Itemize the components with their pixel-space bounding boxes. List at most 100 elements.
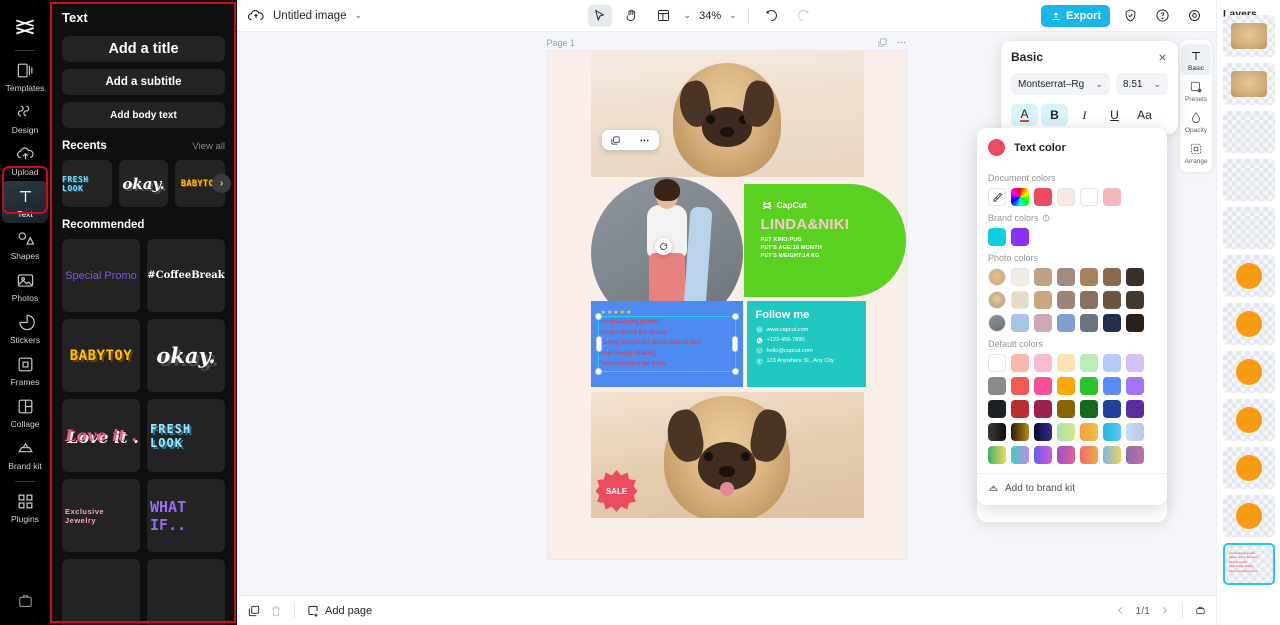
default-color-swatch[interactable] <box>1057 354 1075 372</box>
eyedropper-icon[interactable] <box>988 188 1006 206</box>
layer-item[interactable] <box>1223 399 1275 441</box>
recommended-item[interactable]: Special Promo <box>62 239 140 312</box>
photo-color-swatch[interactable] <box>1080 314 1098 332</box>
top-pug-photo[interactable] <box>590 51 864 177</box>
photo-color-swatch[interactable] <box>1126 314 1144 332</box>
resize-handle-bottom-right[interactable] <box>731 368 739 375</box>
recent-item[interactable]: okay. <box>118 160 169 207</box>
duplicate-icon[interactable] <box>877 37 888 48</box>
layout-icon[interactable] <box>652 5 676 27</box>
document-color-swatch[interactable] <box>1057 188 1075 206</box>
chevron-down-icon[interactable]: ⌄ <box>355 10 363 21</box>
sidebar-item-frames[interactable]: Frames <box>2 349 48 391</box>
chevron-right-icon[interactable]: › <box>212 174 231 193</box>
photo-color-swatch[interactable] <box>1011 314 1029 332</box>
photo-color-swatch[interactable] <box>1126 291 1144 309</box>
rotate-icon[interactable] <box>654 238 672 255</box>
photo-color-swatch[interactable] <box>1126 268 1144 286</box>
underline-button[interactable]: U <box>1101 104 1128 126</box>
resize-handle-top-right[interactable] <box>731 313 739 320</box>
recommended-item[interactable] <box>62 559 140 625</box>
info-icon[interactable] <box>1042 214 1050 222</box>
font-family-select[interactable]: Montserrat–Rg ⌄ <box>1011 73 1110 95</box>
add-body-text-button[interactable]: Add body text <box>62 102 225 128</box>
zoom-chevron-down-icon[interactable]: ⌄ <box>729 10 737 21</box>
add-to-brand-kit-button[interactable]: Add to brand kit <box>977 473 1167 505</box>
help-circle-icon[interactable] <box>1150 5 1174 27</box>
blue-text-card[interactable]: ★★★★★ Accompanying growth Always record … <box>590 301 743 387</box>
photo-thumbnail[interactable] <box>988 314 1006 332</box>
close-icon[interactable] <box>1157 52 1168 63</box>
default-color-swatch[interactable] <box>1126 377 1144 395</box>
brand-kit-icon[interactable] <box>1195 605 1206 616</box>
add-title-button[interactable]: Add a title <box>62 36 225 62</box>
layer-item[interactable] <box>1223 303 1275 345</box>
sidebar-item-plugins[interactable]: Plugins <box>2 486 48 528</box>
photo-color-swatch[interactable] <box>1011 291 1029 309</box>
layer-item[interactable] <box>1223 15 1275 57</box>
photo-thumbnail[interactable] <box>988 268 1006 286</box>
more-horizontal-icon[interactable] <box>896 37 907 48</box>
default-color-swatch[interactable] <box>988 400 1006 418</box>
layer-item[interactable] <box>1223 255 1275 297</box>
default-color-swatch[interactable] <box>1126 354 1144 372</box>
duplicate-icon[interactable] <box>610 135 621 146</box>
default-color-swatch[interactable] <box>1080 377 1098 395</box>
more-horizontal-icon[interactable] <box>639 135 650 146</box>
trash-icon[interactable] <box>269 604 283 618</box>
default-gradient-swatch[interactable] <box>1034 423 1052 441</box>
export-button[interactable]: Export <box>1041 4 1110 27</box>
default-color-swatch[interactable] <box>1057 400 1075 418</box>
artboard[interactable]: CapCut LINDA&NIKI PET KIND:PUG PET'S AGE… <box>547 51 906 559</box>
layer-item[interactable] <box>1223 495 1275 537</box>
default-color-swatch[interactable] <box>1080 400 1098 418</box>
resize-handle-bottom-left[interactable] <box>594 368 602 375</box>
capcut-logo-icon[interactable] <box>12 14 38 40</box>
resize-handle-left[interactable] <box>595 336 602 352</box>
default-color-swatch[interactable] <box>1103 377 1121 395</box>
layer-item[interactable] <box>1223 63 1275 105</box>
layer-item[interactable] <box>1223 159 1275 201</box>
recommended-item[interactable]: BABYTOY <box>62 319 140 392</box>
default-gradient-swatch[interactable] <box>1126 423 1144 441</box>
default-color-swatch[interactable] <box>1011 377 1029 395</box>
tab-basic[interactable]: Basic <box>1181 44 1211 75</box>
photo-color-swatch[interactable] <box>1034 314 1052 332</box>
default-gradient-swatch[interactable] <box>1103 446 1121 464</box>
chevron-right-icon[interactable] <box>1159 605 1170 616</box>
layer-item-selected[interactable]: Accompanying growth Always record the bea… <box>1223 543 1275 585</box>
italic-button[interactable]: I <box>1071 104 1098 126</box>
tab-arrange[interactable]: Arrange <box>1181 137 1211 168</box>
recommended-item[interactable]: Love it . <box>62 399 140 472</box>
default-color-swatch[interactable] <box>1034 377 1052 395</box>
sale-badge[interactable]: SALE <box>595 470 638 512</box>
recent-item[interactable]: FRESH LOOK <box>62 160 112 207</box>
bold-button[interactable]: B <box>1041 104 1068 126</box>
photo-color-swatch[interactable] <box>1034 291 1052 309</box>
photo-color-swatch[interactable] <box>1103 314 1121 332</box>
recommended-item[interactable]: FRESH LOOK <box>147 399 225 472</box>
recommended-item[interactable] <box>147 559 225 625</box>
follow-me-card[interactable]: Follow me www.capcut.com +123-456-7890 h… <box>746 301 866 387</box>
recommended-item[interactable]: WHAT IF.. <box>147 479 225 552</box>
layer-item[interactable] <box>1223 447 1275 489</box>
sidebar-item-brand-kit[interactable]: Brand kit <box>2 433 48 475</box>
layer-item[interactable] <box>1223 207 1275 249</box>
default-gradient-swatch[interactable] <box>1057 423 1075 441</box>
brand-kit-bottom-icon[interactable] <box>17 593 34 615</box>
default-gradient-swatch[interactable] <box>988 446 1006 464</box>
default-gradient-swatch[interactable] <box>1057 446 1075 464</box>
document-title[interactable]: Untitled image <box>273 10 347 22</box>
cloud-upload-icon[interactable] <box>247 7 265 25</box>
zoom-level[interactable]: 34% <box>699 10 721 22</box>
shield-icon[interactable] <box>1118 5 1142 27</box>
settings-gear-icon[interactable] <box>1182 5 1206 27</box>
add-subtitle-button[interactable]: Add a subtitle <box>62 69 225 95</box>
resize-handle-right[interactable] <box>731 336 738 352</box>
photo-thumbnail[interactable] <box>988 291 1006 309</box>
current-color-swatch[interactable] <box>988 139 1005 156</box>
default-color-swatch[interactable] <box>1057 377 1075 395</box>
sidebar-item-upload[interactable]: Upload <box>2 139 48 181</box>
default-gradient-swatch[interactable] <box>1103 423 1121 441</box>
sidebar-item-text[interactable]: Text <box>2 181 48 223</box>
